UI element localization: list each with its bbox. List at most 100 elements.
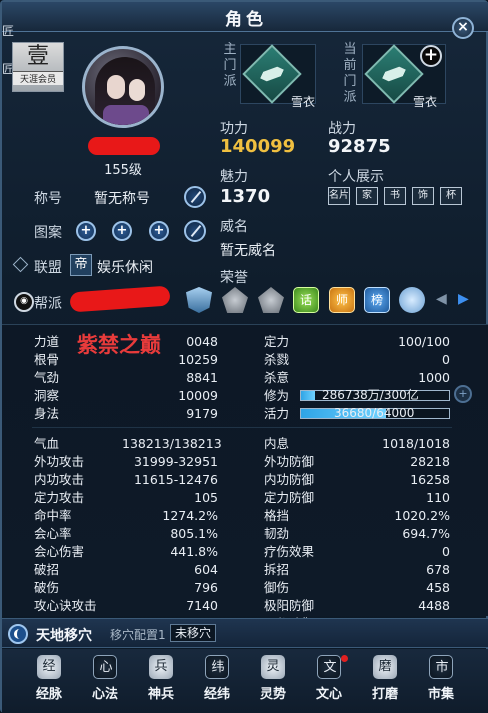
ornament-icon[interactable]: 饰 [412, 187, 434, 205]
combat-stat-value: 105 [194, 490, 218, 505]
nav-label: 神兵 [147, 687, 174, 702]
combat-stat-name: 御伤 [264, 580, 290, 595]
acupoint-bar: 天地移穴 移穴配置1 未移穴 [2, 618, 488, 648]
vitality-label: 活力 [264, 406, 290, 421]
attr-name: 气劲 [34, 370, 60, 385]
add-sect-button[interactable]: + [420, 45, 442, 67]
combat-stat-value: 1020.2% [394, 508, 450, 523]
nav-icon-glyph: 文 [323, 660, 337, 675]
flower-honor-icon[interactable] [399, 287, 425, 313]
charm-value: 1370 [220, 186, 271, 207]
weapon-icon: 兵 [149, 655, 173, 679]
spirit-icon: 灵 [261, 655, 285, 679]
attr-value: 8841 [186, 370, 218, 385]
combat-stat-value: 11615-12476 [133, 472, 218, 487]
title-label: 称号 [34, 191, 62, 207]
pattern-add-button[interactable]: + [76, 221, 96, 241]
close-button[interactable]: × [452, 17, 474, 39]
home-icon[interactable]: 家 [356, 187, 378, 205]
combat-stat-name: 内功防御 [264, 472, 315, 487]
attr-name: 根骨 [34, 352, 60, 367]
fame-label: 威名 [220, 219, 248, 235]
combat-stat-value: 805.1% [170, 526, 218, 541]
fame-value: 暂无威名 [220, 243, 276, 259]
ranking-honor-icon[interactable]: 榜 [364, 287, 390, 313]
prev-arrow-icon[interactable]: ◀ [436, 291, 447, 307]
character-portrait[interactable] [82, 46, 164, 128]
attr-value: 0048 [186, 334, 218, 349]
player-level: 155级 [104, 163, 142, 178]
edit-pattern-button[interactable] [184, 220, 206, 242]
notification-dot [341, 655, 348, 662]
combat-stat-value: 1274.2% [162, 508, 218, 523]
window-title: 角色 [225, 10, 267, 30]
nav-item[interactable]: 文文心 [304, 653, 354, 709]
attr-value: 9179 [186, 406, 218, 421]
nav-item[interactable]: 兵神兵 [136, 653, 186, 709]
helmet-honor-icon[interactable] [222, 287, 248, 313]
main-sect-panel[interactable]: 雪衣 [240, 44, 316, 109]
nav-item[interactable]: 心心法 [80, 653, 130, 709]
title-bar: 角色 [2, 2, 488, 32]
trophy-icon[interactable]: 杯 [440, 187, 462, 205]
charm-label: 魅力 [220, 169, 248, 185]
nav-item[interactable]: 磨打磨 [360, 653, 410, 709]
combat-stat-name: 气血 [34, 436, 60, 451]
nav-item[interactable]: 市市集 [416, 653, 466, 709]
pattern-label: 图案 [34, 225, 62, 241]
power-value: 140099 [220, 136, 296, 157]
pattern-add-button[interactable]: + [112, 221, 132, 241]
title-value: 暂无称号 [94, 191, 150, 207]
nav-icon-glyph: 兵 [154, 659, 168, 674]
combat-stat-value: 16258 [410, 472, 450, 487]
combat-stat-name: 会心伤害 [34, 544, 85, 559]
attr-value: 0 [442, 352, 450, 367]
card-icon[interactable]: 名片 [328, 187, 350, 205]
cultivation-bar-fill [301, 391, 315, 400]
attr-name: 身法 [34, 406, 60, 421]
armor-honor-icon[interactable] [258, 287, 284, 313]
acupoint-config[interactable]: 移穴配置1 [110, 626, 166, 643]
showcase-label: 个人展示 [328, 169, 384, 185]
badge-rank: 壹 [26, 44, 49, 69]
redacted-name [88, 137, 160, 155]
attr-value: 100/100 [398, 334, 450, 349]
meridian-icon: 经 [37, 655, 61, 679]
combat-stat-value: 138213/138213 [122, 436, 222, 451]
nav-item[interactable]: 经经脉 [24, 653, 74, 709]
combat-stat-name: 极阳防御 [264, 598, 315, 613]
current-sect-name: 雪衣 [413, 95, 438, 109]
nav-label: 文心 [315, 687, 342, 702]
expand-icon[interactable]: + [454, 385, 472, 403]
vitality-text: 36680/64000 [334, 406, 415, 420]
nav-label: 经脉 [35, 687, 62, 702]
taiji-icon [8, 624, 28, 644]
attr-name: 杀意 [264, 370, 290, 385]
combat-stat-value: 678 [426, 562, 450, 577]
acupoint-title[interactable]: 天地移穴 [36, 625, 92, 645]
attr-value: 1000 [418, 370, 450, 385]
pattern-add-button[interactable]: + [149, 221, 169, 241]
combat-stat-value: 441.8% [170, 544, 218, 559]
attr-value: 10009 [178, 388, 218, 403]
slogan-text: 紫禁之巅 [77, 333, 161, 357]
nav-icon-glyph: 心 [99, 660, 113, 675]
combat-stat-value: 694.7% [402, 526, 450, 541]
combat-stat-name: 定力防御 [264, 490, 315, 505]
nav-item[interactable]: 灵灵势 [248, 653, 298, 709]
honor-icon-row: 话 师 榜 ◀ ▶ [2, 285, 488, 319]
book-icon[interactable]: 书 [384, 187, 406, 205]
alliance-label: 联盟 [34, 260, 62, 276]
diamond-icon [12, 256, 29, 273]
nav-item[interactable]: 纬经纬 [192, 653, 242, 709]
member-badge[interactable]: 壹 天涯会员 [12, 42, 64, 92]
alliance-emblem-icon: 帝 [70, 254, 92, 276]
bottom-nav: 经经脉心心法兵神兵纬经纬灵灵势文文心磨打磨市市集 [2, 649, 488, 713]
honor-label: 荣誉 [220, 270, 248, 286]
shield-honor-icon[interactable] [186, 287, 212, 313]
master-honor-icon[interactable]: 师 [329, 287, 355, 313]
next-arrow-icon[interactable]: ▶ [458, 291, 469, 307]
edit-title-button[interactable] [184, 186, 206, 208]
combat-stat-name: 韧劲 [264, 526, 290, 541]
talk-honor-icon[interactable]: 话 [293, 287, 319, 313]
